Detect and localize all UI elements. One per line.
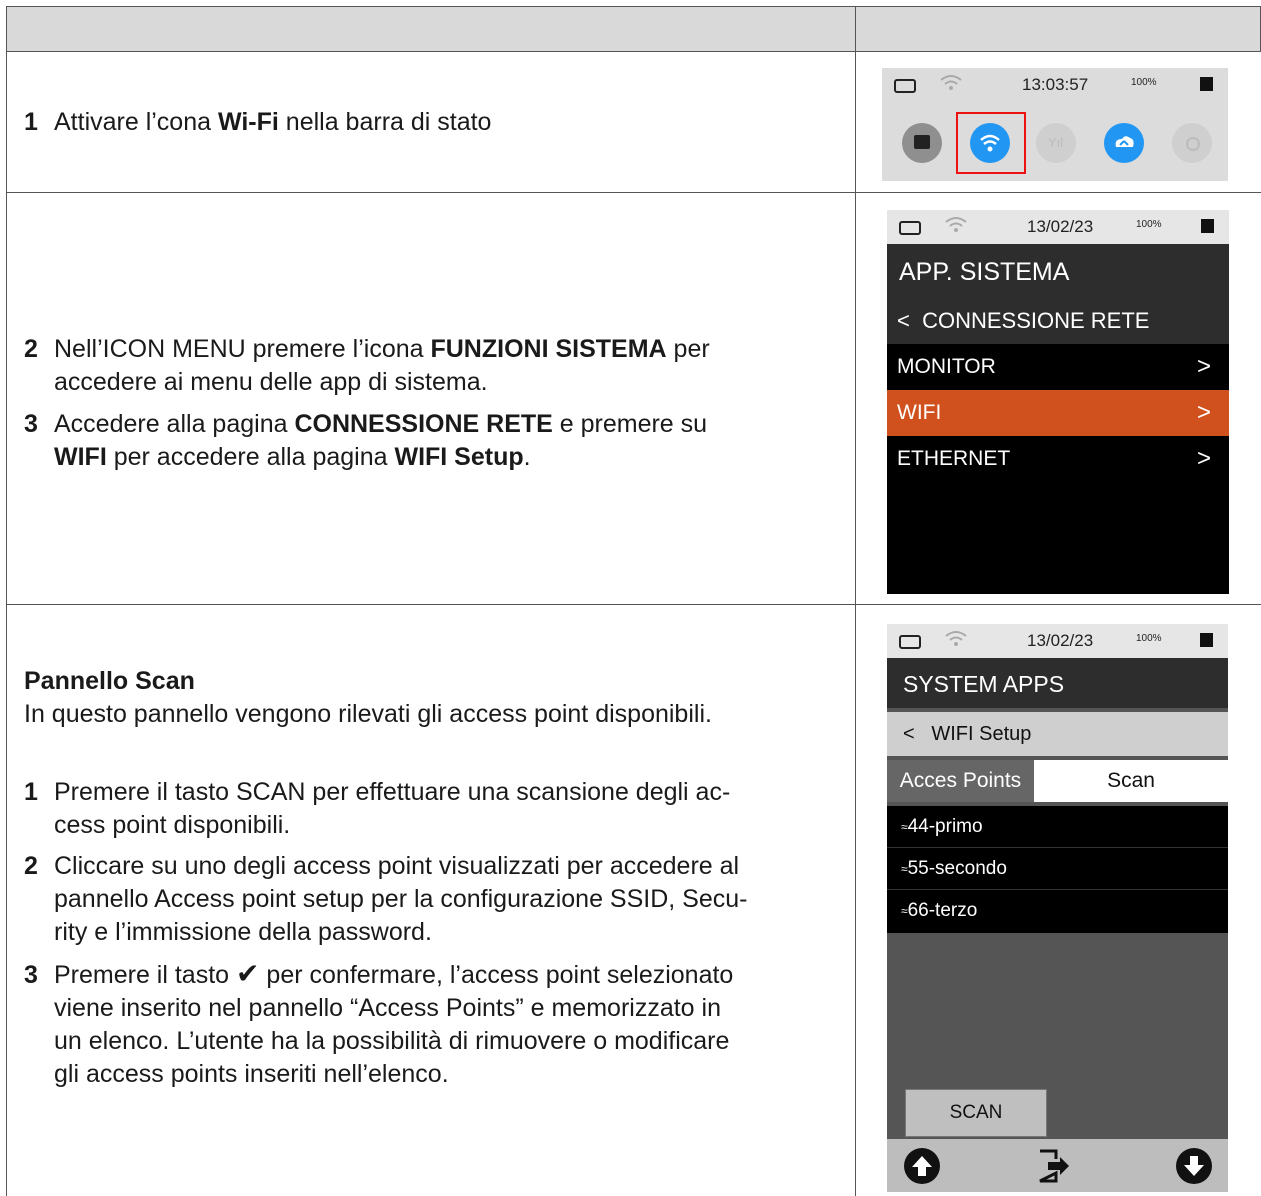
list-item[interactable]: ≈66-terzo	[887, 890, 1228, 931]
tab-scan[interactable]: Scan	[1034, 760, 1228, 802]
screen-title: SYSTEM APPS	[887, 658, 1228, 708]
signal-indicator	[1200, 77, 1213, 91]
table-header	[6, 6, 1261, 52]
scan-steps: 1 Premere il tasto SCAN per effettuare un…	[24, 778, 748, 1088]
arrow-down-icon[interactable]	[1175, 1147, 1213, 1185]
scan-button[interactable]: SCAN	[905, 1089, 1047, 1137]
wifi-setup-screenshot: 13/02/23 100% SYSTEM APPS < WIFI Setup A…	[887, 624, 1228, 1192]
intro-text: In questo pannello vengono rilevati gli …	[24, 700, 712, 728]
menu-item-ethernet[interactable]: ETHERNET >	[887, 436, 1229, 482]
cloud-upload-icon[interactable]	[1104, 123, 1144, 163]
screen-title: APP. SISTEMA	[887, 244, 1229, 298]
wifi-icon	[945, 217, 967, 232]
wifi-icon	[945, 631, 967, 646]
scan-panel-description: Pannello Scan In questo pannello vengono…	[24, 665, 712, 731]
list-item[interactable]: ≈55-secondo	[887, 848, 1228, 890]
back-button[interactable]: < CONNESSIONE RETE	[887, 298, 1229, 344]
battery-icon	[899, 221, 921, 235]
battery-icon	[894, 79, 916, 93]
wifi-signal-icon: ≈	[901, 820, 908, 834]
wifi-signal-icon: ≈	[901, 904, 908, 918]
step-1-text: 1 Attivare l’cona Wi-Fi nella barra di st…	[24, 106, 491, 139]
exit-icon[interactable]	[1034, 1147, 1072, 1185]
chevron-right-icon: >	[1196, 353, 1211, 380]
status-bar: 13:03:57 100%	[882, 68, 1228, 102]
signal-indicator	[1201, 219, 1214, 233]
section-heading: Pannello Scan	[24, 667, 195, 695]
gps-icon[interactable]	[1172, 123, 1212, 163]
status-bar: 13/02/23 100%	[887, 624, 1228, 658]
status-bar-screenshot: 13:03:57 100% Yıl	[882, 68, 1228, 181]
ethernet-icon[interactable]	[902, 123, 942, 163]
cellular-icon[interactable]: Yıl	[1036, 123, 1076, 163]
step-3-text: 3 Accedere alla pagina CONNESSIONE RETE e…	[24, 410, 708, 471]
menu-item-monitor[interactable]: MONITOR >	[887, 344, 1229, 390]
battery-icon	[899, 635, 921, 649]
chevron-right-icon: >	[1196, 445, 1211, 472]
access-point-list: ≈44-primo ≈55-secondo ≈66-terzo	[887, 806, 1228, 933]
status-bar: 13/02/23 100%	[887, 210, 1229, 244]
menu-item-wifi[interactable]: WIFI >	[887, 390, 1229, 436]
signal-indicator	[1200, 633, 1213, 647]
back-button[interactable]: < WIFI Setup	[887, 712, 1228, 756]
wifi-signal-icon: ≈	[901, 862, 908, 876]
chevron-left-icon: <	[903, 723, 932, 745]
step-number: 1	[24, 108, 38, 136]
wifi-icon	[940, 75, 962, 90]
step-2-text: 2 Nell’ICON MENU premere l’icona FUNZIONI…	[24, 335, 710, 396]
checkmark-icon: ✔	[236, 958, 260, 989]
list-item[interactable]: ≈44-primo	[887, 806, 1228, 848]
network-menu-screenshot: 13/02/23 100% APP. SISTEMA < CONNESSIONE…	[887, 210, 1229, 594]
chevron-left-icon: <	[897, 308, 923, 333]
bottom-nav	[887, 1139, 1228, 1192]
tab-access-points[interactable]: Acces Points	[887, 760, 1034, 802]
highlight-box	[956, 112, 1026, 174]
chevron-right-icon: >	[1196, 399, 1211, 426]
arrow-up-icon[interactable]	[903, 1147, 941, 1185]
